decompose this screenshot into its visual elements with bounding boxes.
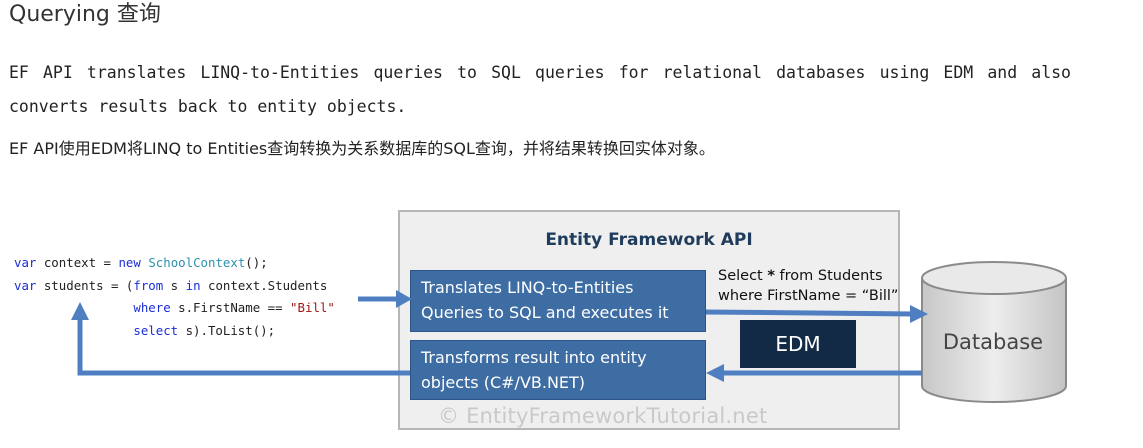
database-label: Database: [942, 330, 1044, 354]
arrow-database-to-transform-icon: [706, 364, 922, 382]
arrow-translate-to-database-icon: [705, 305, 928, 323]
diagram-graphics: [71, 261, 1067, 403]
arrow-code-to-translate-icon: [358, 290, 412, 308]
watermark: © EntityFrameworkTutorial.net: [438, 404, 768, 428]
arrow-transform-to-code-icon: [71, 302, 410, 376]
